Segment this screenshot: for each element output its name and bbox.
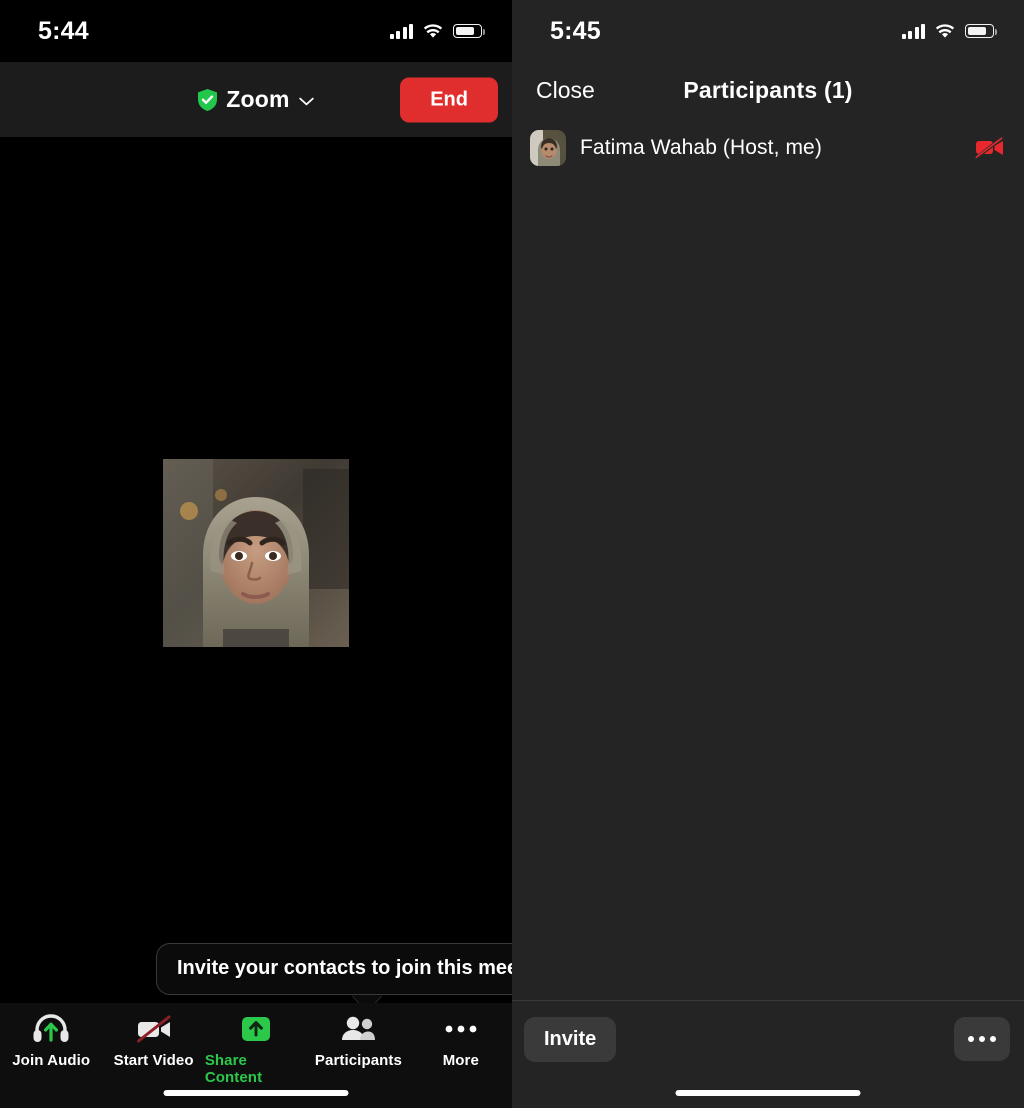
- self-view-photo: [163, 459, 349, 647]
- status-time: 5:44: [38, 17, 89, 46]
- wifi-icon: [935, 24, 955, 39]
- participant-row[interactable]: Fatima Wahab (Host, me): [512, 120, 1024, 176]
- participants-icon: [338, 1012, 378, 1046]
- status-icons: [902, 23, 995, 39]
- cellular-signal-icon: [902, 23, 926, 39]
- toolbar-label-start-video: Start Video: [114, 1052, 194, 1069]
- home-indicator-left: [164, 1090, 349, 1096]
- avatar-photo: [530, 130, 566, 166]
- toolbar-label-join-audio: Join Audio: [12, 1052, 90, 1069]
- more-dots-icon: [444, 1012, 478, 1046]
- meeting-title-group[interactable]: Zoom: [198, 86, 313, 113]
- headset-join-audio-icon: [32, 1012, 70, 1046]
- cellular-signal-icon: [390, 23, 414, 39]
- invite-tooltip-text: Invite your contacts to join this meetin…: [156, 943, 512, 995]
- more-dot: [968, 1036, 974, 1042]
- status-icons: [390, 23, 483, 39]
- status-time: 5:45: [550, 17, 601, 46]
- end-meeting-button[interactable]: End: [400, 77, 498, 122]
- status-bar-left: 5:44: [0, 0, 512, 62]
- participants-nav-bar: Close Participants (1): [512, 62, 1024, 118]
- toolbar-label-participants: Participants: [315, 1052, 402, 1069]
- toolbar-label-more: More: [443, 1052, 479, 1069]
- meeting-title: Zoom: [226, 86, 289, 113]
- invite-tooltip: Invite your contacts to join this meetin…: [156, 943, 512, 995]
- toolbar-item-start-video[interactable]: Start Video: [102, 1012, 204, 1069]
- wifi-icon: [423, 24, 443, 39]
- participants-screen-panel: 5:45 Close Participants (1): [512, 0, 1024, 1108]
- video-off-icon: [134, 1012, 174, 1046]
- battery-icon: [453, 24, 482, 38]
- home-indicator-right: [676, 1090, 861, 1096]
- more-options-button[interactable]: [954, 1017, 1010, 1061]
- participants-list: Fatima Wahab (Host, me): [512, 120, 1024, 1000]
- participant-name: Fatima Wahab (Host, me): [580, 136, 960, 160]
- share-content-icon: [240, 1012, 272, 1046]
- close-button[interactable]: Close: [536, 77, 595, 104]
- chevron-down-icon[interactable]: [299, 97, 314, 106]
- battery-icon: [965, 24, 994, 38]
- toolbar-item-share-content[interactable]: Share Content: [205, 1012, 307, 1086]
- status-bar-right: 5:45: [512, 0, 1024, 62]
- invite-button[interactable]: Invite: [524, 1017, 616, 1062]
- avatar: [530, 130, 566, 166]
- dual-screenshot-container: 5:44 Zoom: [0, 0, 1024, 1108]
- more-dot: [990, 1036, 996, 1042]
- toolbar-item-more[interactable]: More: [410, 1012, 512, 1069]
- more-dot: [979, 1036, 985, 1042]
- verified-shield-icon: [198, 89, 217, 111]
- meeting-screen-panel: 5:44 Zoom: [0, 0, 512, 1108]
- toolbar-label-share-content: Share Content: [205, 1052, 307, 1086]
- self-view-video[interactable]: [163, 459, 349, 647]
- toolbar-item-participants[interactable]: Participants: [307, 1012, 409, 1069]
- video-off-icon[interactable]: [974, 136, 1004, 160]
- toolbar-item-join-audio[interactable]: Join Audio: [0, 1012, 102, 1069]
- meeting-top-bar: Zoom End: [0, 62, 512, 137]
- video-stage[interactable]: [0, 137, 512, 1003]
